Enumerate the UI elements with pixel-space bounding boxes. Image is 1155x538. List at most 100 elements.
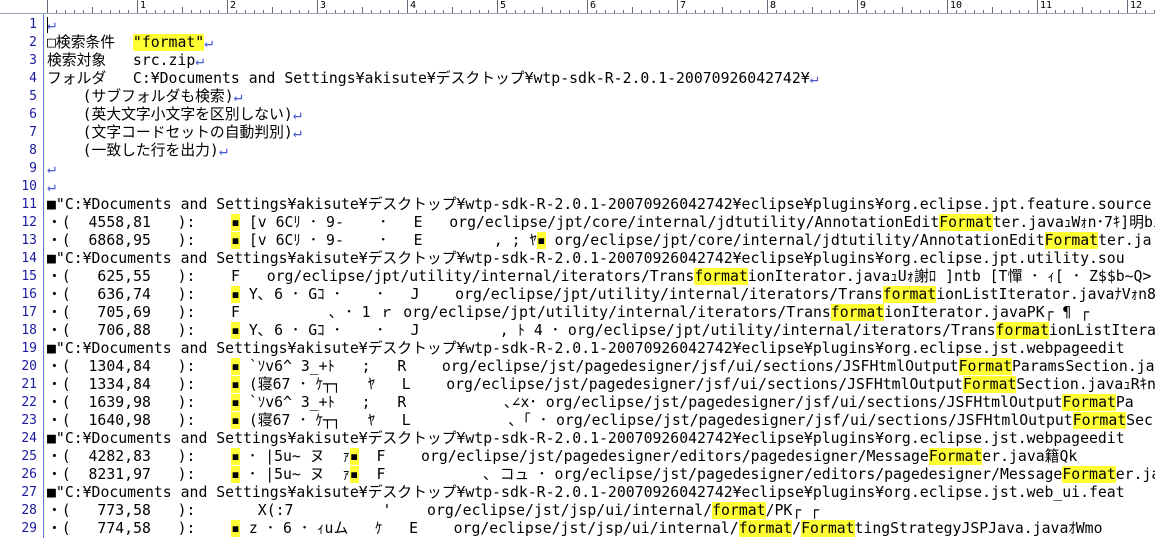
- ruler-tick: [1118, 10, 1119, 13]
- editor-line[interactable]: ■"C:¥Documents and Settings¥akisute¥デスクト…: [47, 196, 1151, 214]
- search-match-highlight: format: [882, 286, 937, 303]
- line-number: 16: [21, 287, 37, 302]
- line-text: ionListItera: [1049, 322, 1155, 339]
- text-editor-area[interactable]: ↵ □検索条件 "format"↵ 検索対象 src.zip↵ フォルダ C:¥Doc…: [47, 14, 1155, 538]
- line-number: 23: [21, 413, 37, 428]
- ruler-tick: [353, 10, 354, 13]
- ruler-tick: [704, 10, 705, 13]
- line-text: (サブフォルダも検索): [47, 88, 234, 105]
- editor-line[interactable]: ↵: [47, 178, 56, 196]
- line-text: 検索対象 src.zip: [47, 52, 196, 69]
- ruler-tick: [326, 10, 327, 13]
- line-text: ･ |5u~ ヌ ｧ: [239, 448, 350, 465]
- ruler-tick: [551, 10, 552, 13]
- editor-line[interactable]: フォルダ C:¥Documents and Settings¥akisute¥デ…: [47, 70, 819, 88]
- ruler-tick: [1082, 7, 1083, 13]
- search-match-highlight: ▪: [231, 358, 240, 375]
- editor-line[interactable]: ■"C:¥Documents and Settings¥akisute¥デスクト…: [47, 250, 1125, 268]
- editor-line[interactable]: ・( 8231,97 ): ▪ ･ |5u~ ヌ ｧ▪ F ､ コュ ･ org…: [47, 466, 1155, 484]
- line-number: 19: [21, 341, 37, 356]
- line-text: `ｿv6^ 3_+ﾄ ; R org/eclipse/jst/pagedesig…: [239, 358, 959, 375]
- editor-line[interactable]: ↵: [47, 16, 56, 34]
- line-text: (英大文字小文字を区別しない): [47, 106, 293, 123]
- search-match-highlight: ▪: [231, 214, 240, 231]
- line-text: ionIterator.javaｭUｫ謝ﾛ ]ntb [T憚 ･ ｨ[ ･ Z$…: [747, 268, 1152, 285]
- editor-line[interactable]: ・( 774,58 ): ▪ z ･ 6 ･ ｨuム ｹ E org/eclip…: [47, 520, 1102, 538]
- ruler-tick: [893, 10, 894, 13]
- ruler-label: 2: [230, 0, 237, 11]
- editor-line[interactable]: ・( 4558,81 ): ▪ [v 6Cﾘ ･ 9- ･ E org/ecli…: [47, 214, 1155, 232]
- line-number: 13: [21, 233, 37, 248]
- editor-line[interactable]: ■"C:¥Documents and Settings¥akisute¥デスクト…: [47, 430, 1125, 448]
- line-number: 18: [21, 323, 37, 338]
- ruler-tick: [623, 10, 624, 13]
- editor-line[interactable]: ・( 1304,84 ): ▪ `ｿv6^ 3_+ﾄ ; R org/eclip…: [47, 358, 1155, 376]
- line-text: (一致した行を出力): [47, 142, 219, 159]
- search-match-highlight: Format: [1044, 232, 1099, 249]
- editor-line[interactable]: (サブフォルダも検索)↵: [47, 88, 243, 106]
- search-match-highlight: format: [995, 322, 1049, 339]
- ruler-tick: [254, 10, 255, 13]
- editor-line[interactable]: ・( 773,58 ): X(:7 ' org/eclipse/jst/jsp/…: [47, 502, 819, 520]
- ruler-label: 4: [410, 0, 417, 11]
- ruler-tick: [569, 10, 570, 13]
- line-number: 24: [21, 431, 37, 446]
- editor-line[interactable]: ■"C:¥Documents and Settings¥akisute¥デスクト…: [47, 340, 1125, 358]
- editor-line[interactable]: □検索条件 "format"↵: [47, 34, 213, 52]
- ruler-label: 1: [140, 0, 147, 11]
- line-break-mark: ↵: [809, 70, 819, 87]
- line-number: 10: [21, 179, 37, 194]
- editor-line[interactable]: (文字コードセットの自動判別)↵: [47, 124, 302, 142]
- ruler-tick: [803, 10, 804, 13]
- line-text: ・( 774,58 ):: [47, 520, 232, 537]
- ruler-tick: [506, 10, 507, 13]
- editor-line[interactable]: ・( 636,74 ): ▪ Y､ 6 ･ Gｺ ･ ･ J org/eclip…: [47, 286, 1155, 304]
- line-number: 6: [29, 107, 37, 122]
- editor-line[interactable]: ・( 1640,98 ): ▪ (寝67 ･ ｹ┬┐ ﾔ L ､「 ･ org/…: [47, 412, 1153, 430]
- line-text: `ｿv6^ 3_+ﾄ ; R ､∠x･ org/eclipse/jst/page…: [239, 394, 1063, 411]
- editor-line[interactable]: (一致した行を出力)↵: [47, 142, 228, 160]
- line-break-mark: ↵: [195, 52, 205, 69]
- editor-line[interactable]: ↵: [47, 160, 56, 178]
- editor-line[interactable]: ・( 706,88 ): ▪ Y､ 6 ･ Gｺ ･ ･ J , ﾄ 4 ･ o…: [47, 322, 1155, 340]
- line-number: 12: [21, 215, 37, 230]
- editor-line[interactable]: ・( 6868,95 ): ▪ [v 6Cﾘ ･ 9- ･ E , ; ﾔ▪ o…: [47, 232, 1152, 250]
- text-caret: [47, 17, 48, 33]
- editor-line[interactable]: 検索対象 src.zip↵: [47, 52, 204, 70]
- line-break-mark: ↵: [292, 106, 302, 123]
- line-break-mark: ↵: [47, 160, 56, 177]
- ruler-tick: [47, 0, 48, 13]
- editor-line[interactable]: ・( 625,55 ): F org/eclipse/jpt/utility/i…: [47, 268, 1151, 286]
- line-text: /PK┌ ┌: [765, 502, 820, 519]
- ruler-tick: [641, 10, 642, 13]
- ruler-tick: [425, 10, 426, 13]
- ruler-label: 6: [590, 0, 597, 11]
- line-number: 4: [29, 71, 37, 86]
- line-break-mark: ↵: [47, 178, 56, 195]
- ruler-tick: [155, 10, 156, 13]
- search-match-highlight: format: [694, 268, 748, 285]
- line-break-mark: ↵: [218, 142, 228, 159]
- search-match-highlight: Format: [1062, 466, 1116, 483]
- ruler-label: 10: [950, 0, 963, 11]
- editor-line[interactable]: ・( 4282,83 ): ▪ ･ |5u~ ヌ ｧ▪ F org/eclips…: [47, 448, 1077, 466]
- editor-line[interactable]: ・( 1334,84 ): ▪ (寝67 ･ ｹ┬┐ ﾔ L org/eclip…: [47, 376, 1155, 394]
- ruler-tick: [740, 10, 741, 13]
- editor-line[interactable]: (英大文字小文字を区別しない)↵: [47, 106, 302, 124]
- ruler-label: 7: [680, 0, 687, 11]
- search-match-highlight: "format": [132, 34, 205, 51]
- editor-line[interactable]: ・( 705,69 ): F ､ ･ 1 ｒ org/eclipse/jpt/u…: [47, 304, 1089, 322]
- ruler-tick: [866, 10, 867, 13]
- ruler-tick: [542, 7, 543, 13]
- ruler-tick: [371, 10, 372, 13]
- editor-line[interactable]: ■"C:¥Documents and Settings¥akisute¥デスクト…: [47, 484, 1125, 502]
- ruler-tick: [1001, 10, 1002, 13]
- ruler-tick: [1127, 0, 1128, 13]
- line-text: ・( 773,58 ): X(:7 ' org/eclipse/jst/jsp/…: [47, 502, 713, 519]
- line-text: [v 6Cﾘ ･ 9- ･ E org/eclipse/jpt/core/int…: [239, 214, 940, 231]
- line-text: [v 6Cﾘ ･ 9- ･ E , ; ﾔ: [239, 232, 537, 249]
- line-text: ionListIterator.javaﾅVｫn8: [936, 286, 1155, 303]
- line-text: (寝67 ･ ｹ┬┐ ﾔ L ､「 ･ org/eclipse/jst/page…: [239, 412, 1073, 429]
- editor-line[interactable]: ・( 1639,98 ): ▪ `ｿv6^ 3_+ﾄ ; R ､∠x･ org/…: [47, 394, 1134, 412]
- line-number: 15: [21, 269, 37, 284]
